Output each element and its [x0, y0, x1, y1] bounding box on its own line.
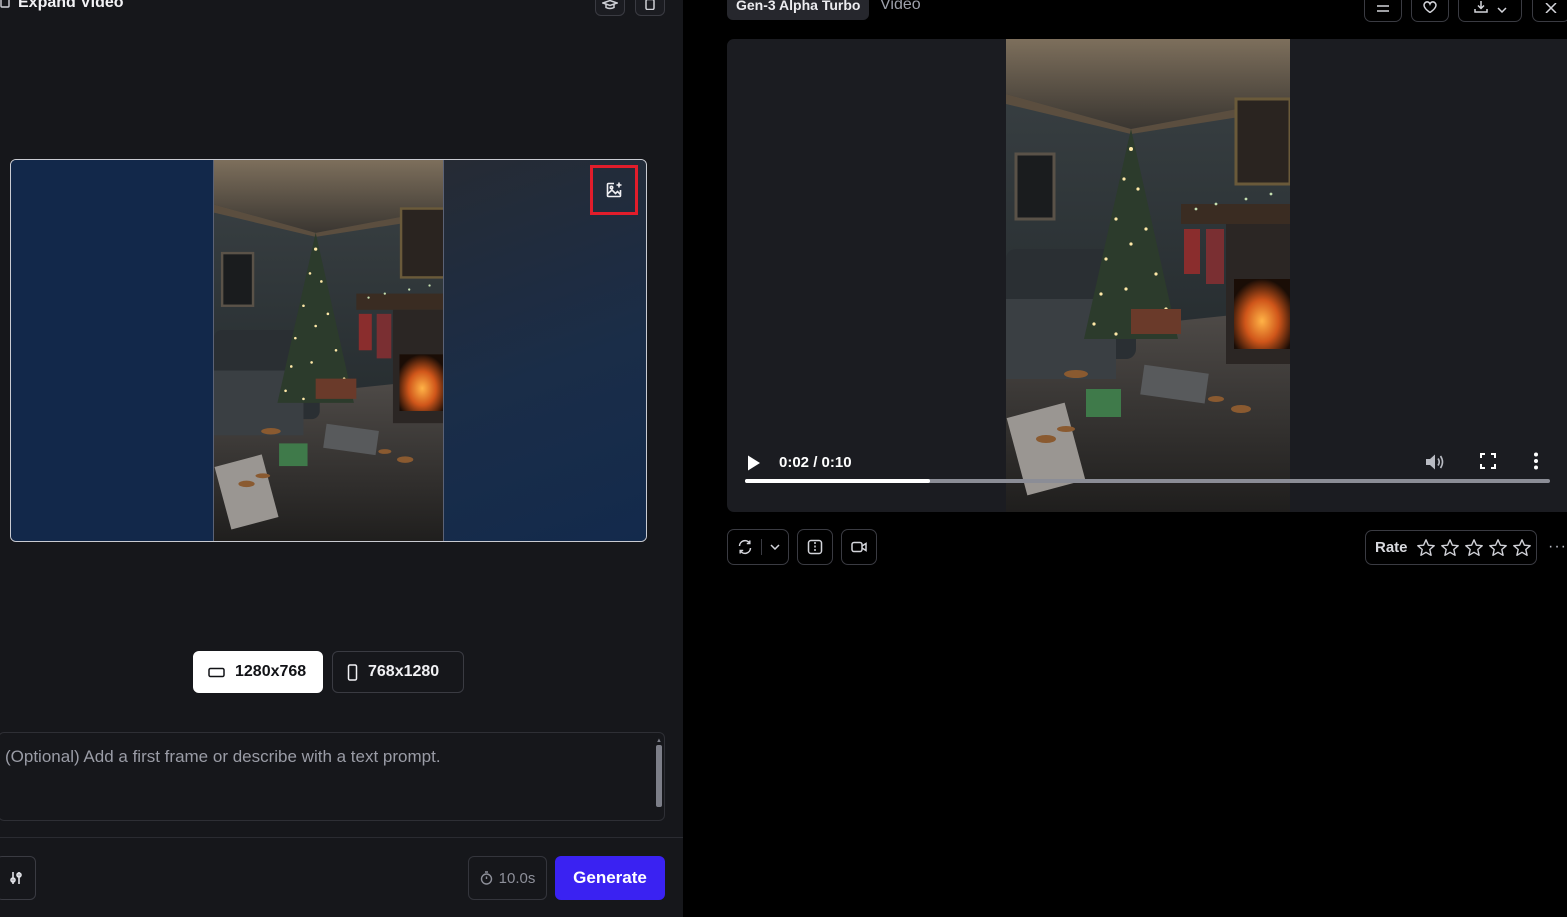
star-icon[interactable]	[1416, 538, 1436, 558]
fullscreen-icon[interactable]	[1480, 453, 1496, 469]
model-tab[interactable]: Gen-3 Alpha Turbo	[727, 0, 870, 20]
source-video-frame	[213, 160, 444, 541]
prompt-box[interactable]: ▲	[0, 732, 665, 821]
menu-button[interactable]	[1364, 0, 1402, 22]
prompt-scrollbar[interactable]: ▲	[656, 738, 662, 809]
chevron-down-icon	[769, 544, 780, 550]
more-vertical-icon[interactable]	[1533, 452, 1539, 470]
star-icon[interactable]	[1512, 538, 1532, 558]
favorite-button[interactable]	[1411, 0, 1449, 22]
tutorial-button[interactable]	[595, 0, 625, 16]
result-panel: Gen-3 Alpha Turbo Video 0:02 / 0:10 Rate…	[683, 0, 1567, 917]
camera-icon	[851, 541, 867, 553]
extend-button[interactable]	[797, 529, 833, 565]
scroll-up-icon[interactable]: ▲	[656, 738, 662, 744]
video-to-video-button[interactable]	[841, 529, 877, 565]
more-options-button[interactable]: ···	[1548, 538, 1567, 556]
portrait-icon	[347, 663, 358, 681]
star-icon[interactable]	[1488, 538, 1508, 558]
aspect-ratio-portrait-button[interactable]: 768x1280	[332, 651, 464, 693]
star-icon[interactable]	[1440, 538, 1460, 558]
download-button[interactable]	[1458, 0, 1522, 22]
add-image-button[interactable]	[590, 165, 638, 215]
panel-title: Expand Video	[0, 0, 124, 12]
refresh-icon	[738, 539, 751, 555]
duration-value: 10.0s	[498, 869, 536, 887]
video-time: 0:02 / 0:10	[779, 454, 852, 471]
video-icon	[0, 0, 10, 8]
aspect-ratio-label: 1280x768	[235, 663, 307, 680]
regenerate-button[interactable]	[727, 529, 789, 565]
volume-icon[interactable]	[1425, 453, 1445, 471]
expansion-area-right	[444, 160, 646, 541]
aspect-ratio-label: 768x1280	[368, 663, 440, 680]
aspect-ratio-landscape-button[interactable]: 1280x768	[193, 651, 323, 693]
video-progress-fill	[745, 479, 931, 483]
rating-widget: Rate	[1365, 530, 1537, 565]
chevron-down-icon	[1497, 7, 1507, 13]
rate-label: Rate	[1375, 539, 1408, 556]
expand-canvas[interactable]	[10, 159, 647, 542]
copy-button[interactable]	[635, 0, 665, 16]
sliders-icon	[10, 872, 22, 884]
heart-icon	[1423, 1, 1437, 13]
video-player[interactable]: 0:02 / 0:10	[727, 39, 1567, 512]
copy-icon	[645, 0, 655, 10]
menu-icon	[1377, 5, 1389, 12]
prompt-input[interactable]	[5, 747, 605, 767]
expand-video-panel: Expand Video 1280x768 768x1280 (Optional…	[0, 0, 683, 917]
play-icon[interactable]	[747, 455, 761, 471]
close-button[interactable]	[1532, 0, 1567, 22]
video-progress-bar[interactable]	[745, 479, 1550, 483]
split-frame-icon	[807, 539, 823, 555]
settings-button[interactable]	[0, 856, 36, 900]
graduation-cap-icon	[602, 0, 618, 10]
type-tab[interactable]: Video	[880, 0, 921, 14]
divider	[0, 837, 683, 838]
panel-title-text: Expand Video	[18, 0, 124, 11]
landscape-icon	[208, 667, 225, 677]
button-separator	[760, 539, 762, 555]
download-icon	[1474, 1, 1488, 13]
expansion-area-left	[11, 160, 213, 541]
video-controls: 0:02 / 0:10	[727, 422, 1567, 512]
stopwatch-icon	[480, 871, 492, 885]
close-icon	[1545, 3, 1557, 13]
scrollbar-thumb[interactable]	[656, 745, 662, 807]
star-icon[interactable]	[1464, 538, 1484, 558]
duration-button[interactable]: 10.0s	[468, 856, 547, 900]
image-plus-icon	[606, 182, 622, 198]
generate-button[interactable]: Generate	[555, 856, 665, 900]
